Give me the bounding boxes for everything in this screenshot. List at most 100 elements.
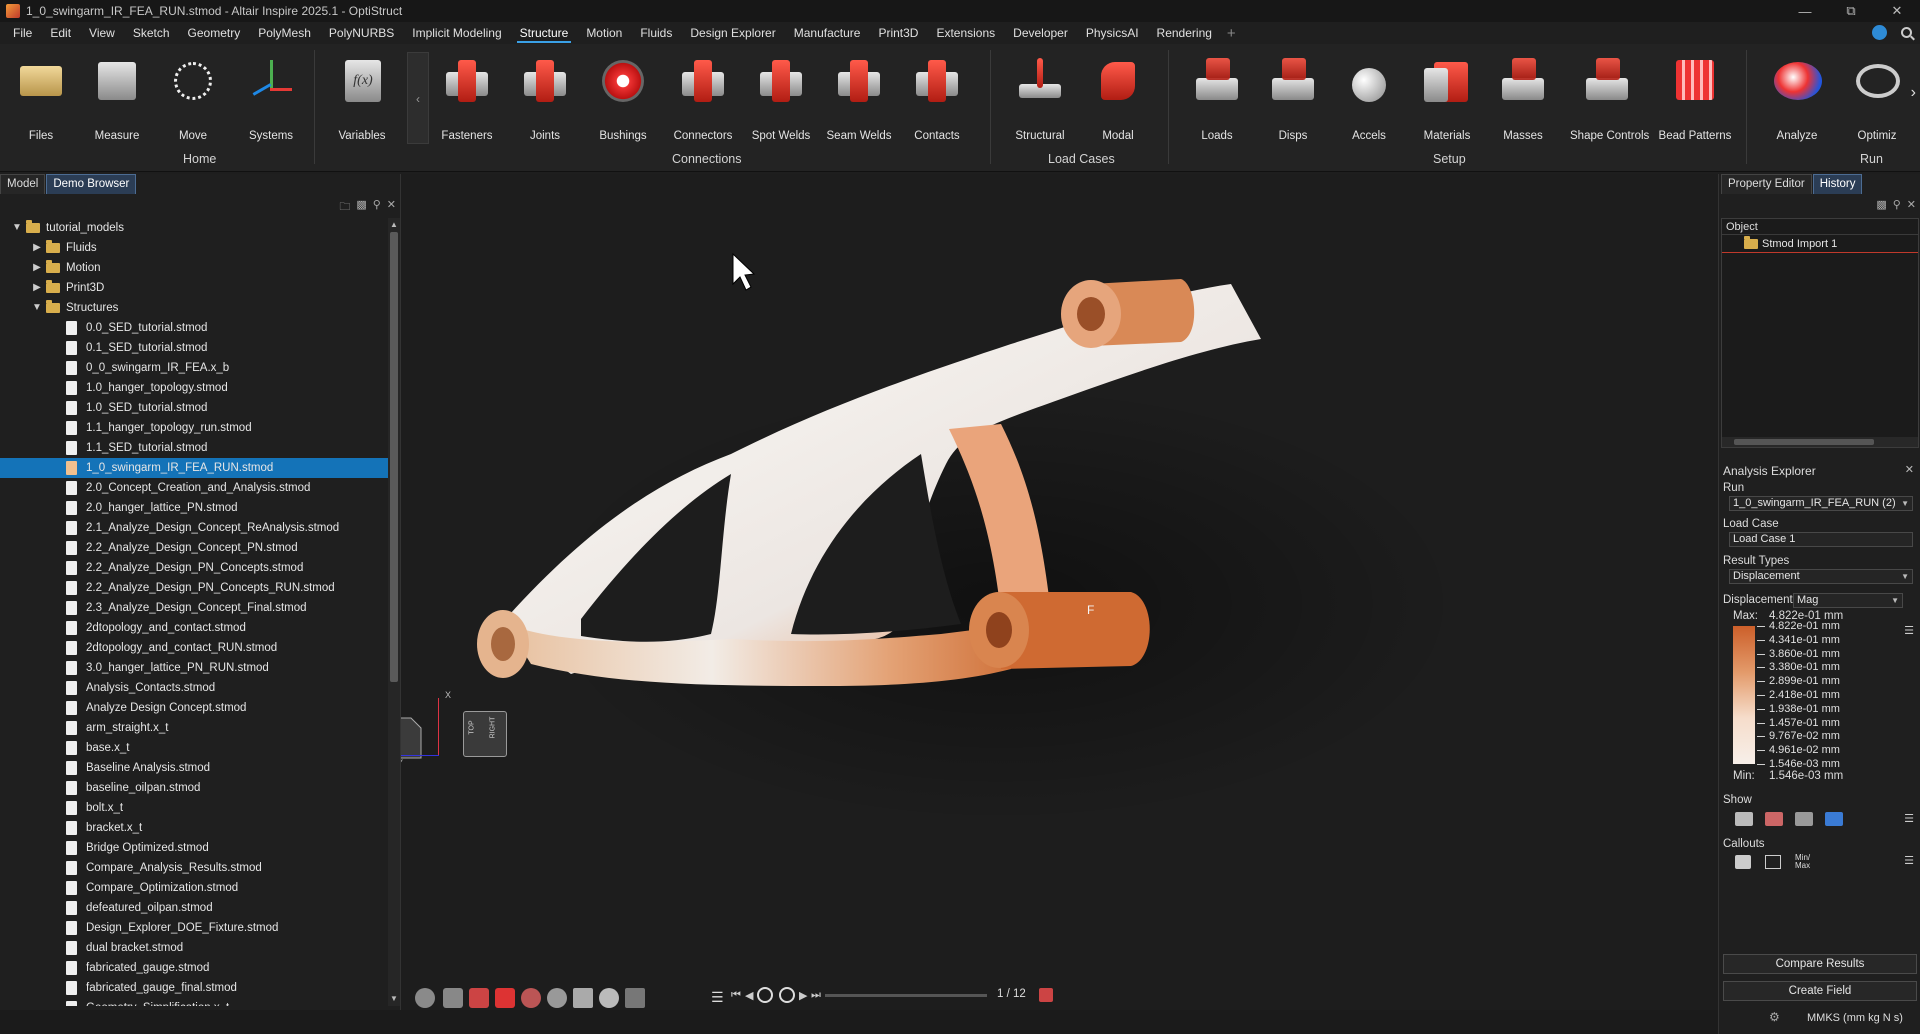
record-icon[interactable]: [757, 987, 773, 1003]
displacement-mode-dropdown[interactable]: Mag ▼: [1793, 593, 1903, 608]
history-scrollbar[interactable]: [1722, 437, 1918, 447]
tree-root-folder[interactable]: ▼ tutorial_models: [0, 218, 388, 238]
animation-settings-icon[interactable]: [1039, 988, 1053, 1002]
filter-icon[interactable]: ▩: [1876, 198, 1886, 211]
tab-model[interactable]: Model: [0, 174, 46, 194]
run-dropdown[interactable]: 1_0_swingarm_IR_FEA_RUN (2) ▼: [1729, 496, 1913, 511]
tree-file-item[interactable]: Compare_Optimization.stmod: [0, 878, 388, 898]
menu-motion[interactable]: Motion: [577, 22, 631, 44]
show-menu-icon[interactable]: ☰: [1904, 812, 1914, 825]
tree-file-item[interactable]: 2.2_Analyze_Design_Concept_PN.stmod: [0, 538, 388, 558]
menu-icon[interactable]: ☰: [711, 989, 724, 1006]
compare-results-button[interactable]: Compare Results: [1723, 954, 1917, 974]
tree-folder-structures[interactable]: ▼ Structures: [0, 298, 388, 318]
menu-design-explorer[interactable]: Design Explorer: [681, 22, 784, 44]
view-cube-widget[interactable]: TOP RIGHT: [463, 711, 507, 757]
tool-spot-welds[interactable]: Spot Welds: [744, 50, 818, 142]
tree-file-item[interactable]: fabricated_gauge.stmod: [0, 958, 388, 978]
tool-masses[interactable]: Masses: [1486, 50, 1560, 142]
menu-sketch[interactable]: Sketch: [124, 22, 179, 44]
menu-polymesh[interactable]: PolyMesh: [249, 22, 320, 44]
explode-icon[interactable]: [547, 988, 567, 1008]
tree-file-item[interactable]: bracket.x_t: [0, 818, 388, 838]
menu-physicsai[interactable]: PhysicsAI: [1077, 22, 1148, 44]
view-cube[interactable]: [401, 717, 422, 759]
tree-file-item[interactable]: defeatured_oilpan.stmod: [0, 898, 388, 918]
units-selector[interactable]: MMKS (mm kg N s): [1807, 1012, 1903, 1024]
tree-file-item[interactable]: Analyze Design Concept.stmod: [0, 698, 388, 718]
show-deformed-icon[interactable]: [1735, 812, 1753, 826]
tree-file-item[interactable]: dual bracket.stmod: [0, 938, 388, 958]
tree-file-item[interactable]: Analysis_Contacts.stmod: [0, 678, 388, 698]
close-icon[interactable]: ✕: [1907, 198, 1916, 211]
show-contour-icon[interactable]: [1795, 812, 1813, 826]
play-icon[interactable]: [779, 987, 795, 1003]
tool-variables[interactable]: f(x) Variables: [325, 50, 399, 142]
tree-file-item[interactable]: Geometry_Simplification.x_t: [0, 998, 388, 1006]
chevron-right-icon[interactable]: ▶: [32, 278, 42, 298]
tree-file-item[interactable]: 0_0_swingarm_IR_FEA.x_b: [0, 358, 388, 378]
callout-icon[interactable]: [1735, 855, 1751, 869]
scrollbar-thumb[interactable]: [390, 232, 398, 682]
viewcube-right-face[interactable]: RIGHT: [489, 717, 496, 739]
menu-print3d[interactable]: Print3D: [869, 22, 927, 44]
tab-demo-browser[interactable]: Demo Browser: [46, 174, 137, 194]
tree-file-item[interactable]: baseline_oilpan.stmod: [0, 778, 388, 798]
menu-edit[interactable]: Edit: [41, 22, 80, 44]
menu-view[interactable]: View: [80, 22, 124, 44]
model-viewport[interactable]: F TOP RIGHT X Y ☰ ⏮: [401, 174, 1718, 1010]
tree-file-item[interactable]: fabricated_gauge_final.stmod: [0, 978, 388, 998]
tree-file-item[interactable]: Design_Explorer_DOE_Fixture.stmod: [0, 918, 388, 938]
menu-manufacture[interactable]: Manufacture: [785, 22, 870, 44]
tool-modal[interactable]: Modal: [1081, 50, 1155, 142]
tool-systems[interactable]: Systems: [234, 50, 308, 142]
ribbon-scroll-right-icon[interactable]: ›: [1911, 84, 1916, 102]
tool-bead-patterns[interactable]: Bead Patterns: [1658, 50, 1732, 142]
swingarm-model[interactable]: F: [401, 174, 1718, 1010]
next-frame-icon[interactable]: ▶: [799, 989, 807, 1002]
callout-table-icon[interactable]: [1765, 855, 1781, 869]
tool-joints[interactable]: Joints: [508, 50, 582, 142]
tool-loads[interactable]: Loads: [1180, 50, 1254, 142]
tree-file-item[interactable]: 2.2_Analyze_Design_PN_Concepts_RUN.stmod: [0, 578, 388, 598]
chevron-down-icon[interactable]: ▼: [12, 218, 22, 238]
show-vectors-icon[interactable]: [1765, 812, 1783, 826]
add-tab-icon[interactable]: +: [1221, 25, 1242, 42]
chevron-right-icon[interactable]: ▶: [32, 238, 42, 258]
view-orbit-icon[interactable]: [415, 988, 435, 1008]
load-case-field[interactable]: Load Case 1: [1729, 532, 1913, 547]
tree-file-item[interactable]: 2dtopology_and_contact.stmod: [0, 618, 388, 638]
settings-gear-icon[interactable]: ⚙: [1769, 1010, 1780, 1024]
tree-file-item[interactable]: 2.0_hanger_lattice_PN.stmod: [0, 498, 388, 518]
tree-file-item[interactable]: 1.0_SED_tutorial.stmod: [0, 398, 388, 418]
render-icon[interactable]: [521, 988, 541, 1008]
chevron-right-icon[interactable]: ▶: [32, 258, 42, 278]
tool-accels[interactable]: Accels: [1332, 50, 1406, 142]
search-icon[interactable]: [1901, 27, 1912, 38]
tree-file-item[interactable]: 1.1_hanger_topology_run.stmod: [0, 418, 388, 438]
first-frame-icon[interactable]: ⏮: [731, 989, 741, 1002]
load-marker[interactable]: F: [1087, 603, 1094, 617]
search-icon[interactable]: ⚲: [373, 198, 381, 217]
animation-slider[interactable]: [825, 994, 987, 997]
tree-file-item[interactable]: 1.1_SED_tutorial.stmod: [0, 438, 388, 458]
prev-frame-icon[interactable]: ◀: [745, 989, 753, 1002]
tree-file-item[interactable]: Compare_Analysis_Results.stmod: [0, 858, 388, 878]
menu-developer[interactable]: Developer: [1004, 22, 1077, 44]
menu-geometry[interactable]: Geometry: [179, 22, 250, 44]
chevron-down-icon[interactable]: ▼: [32, 298, 42, 318]
show-color-icon[interactable]: [1825, 812, 1843, 826]
menu-extensions[interactable]: Extensions: [927, 22, 1004, 44]
help-icon[interactable]: [1872, 25, 1887, 40]
tree-file-item[interactable]: bolt.x_t: [0, 798, 388, 818]
tool-move[interactable]: Move: [156, 50, 230, 142]
tree-file-item[interactable]: 0.0_SED_tutorial.stmod: [0, 318, 388, 338]
result-types-dropdown[interactable]: Displacement ▼: [1729, 569, 1913, 584]
tool-fasteners[interactable]: Fasteners: [430, 50, 504, 142]
tree-file-item[interactable]: 3.0_hanger_lattice_PN_RUN.stmod: [0, 658, 388, 678]
tree-file-item[interactable]: 2.1_Analyze_Design_Concept_ReAnalysis.st…: [0, 518, 388, 538]
create-field-button[interactable]: Create Field: [1723, 981, 1917, 1001]
menu-polynurbs[interactable]: PolyNURBS: [320, 22, 403, 44]
menu-structure[interactable]: Structure: [511, 22, 578, 44]
menu-fluids[interactable]: Fluids: [631, 22, 681, 44]
